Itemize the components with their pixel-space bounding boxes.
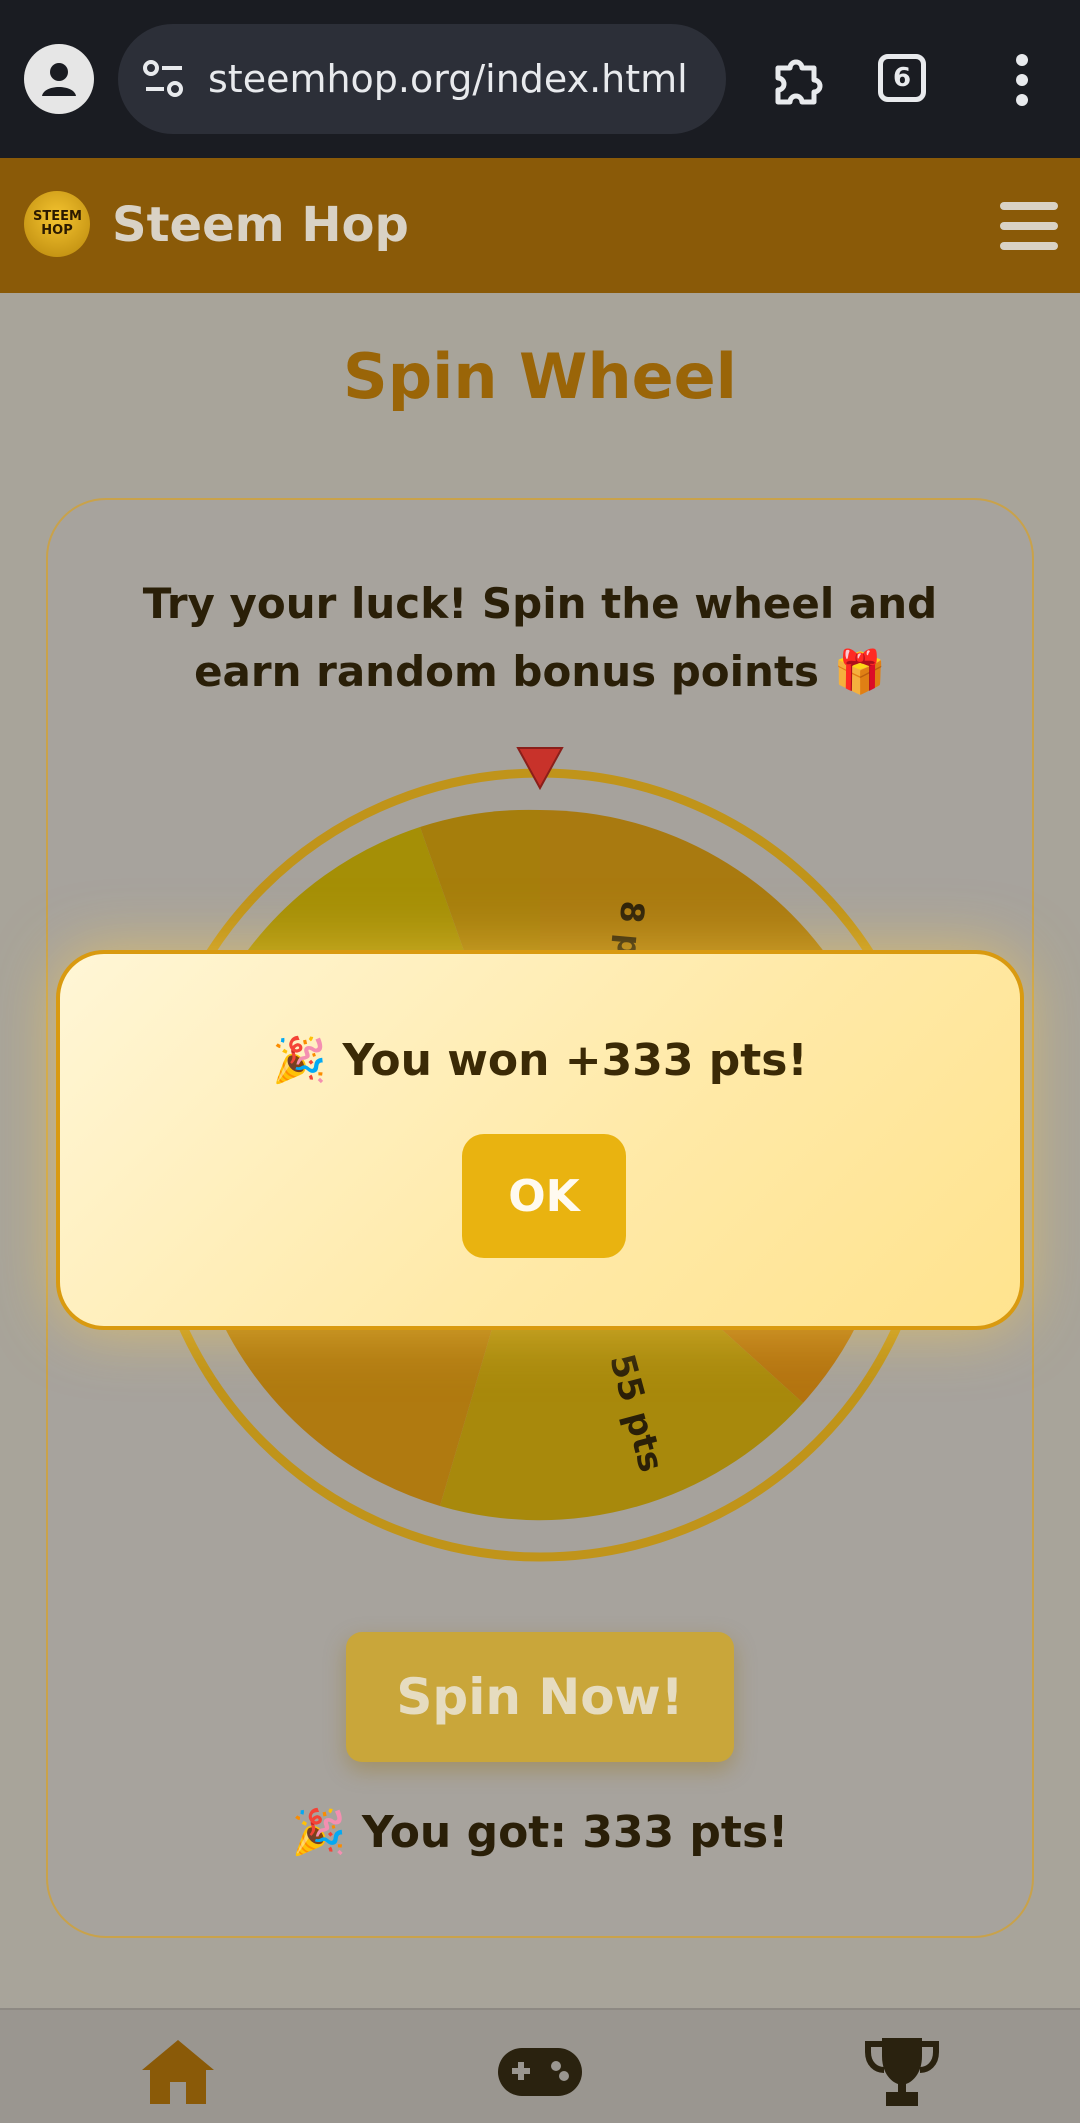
logo-text: STEEM HOP [33, 209, 82, 238]
modal-message: 🎉 You won +333 pts! [272, 1035, 808, 1086]
url-text[interactable]: steemhop.org/index.html [208, 24, 688, 134]
home-icon[interactable] [138, 2036, 218, 2110]
account-icon[interactable] [24, 44, 94, 114]
brand-name[interactable]: Steem Hop [112, 158, 409, 293]
address-bar[interactable]: steemhop.org/index.html [118, 24, 726, 134]
brand-logo[interactable]: STEEM HOP [24, 191, 90, 257]
spin-now-button[interactable]: Spin Now! [346, 1632, 734, 1762]
app-header: STEEM HOP Steem Hop [0, 158, 1080, 293]
ok-button[interactable]: OK [462, 1134, 626, 1258]
menu-icon[interactable] [1012, 52, 1032, 112]
extensions-icon[interactable] [766, 46, 830, 114]
hamburger-menu-icon[interactable] [998, 200, 1060, 256]
site-settings-icon[interactable] [142, 58, 186, 104]
result-text: 🎉 You got: 333 pts! [291, 1807, 789, 1858]
gamepad-icon[interactable] [496, 2044, 584, 2104]
result-modal: 🎉 You won +333 pts! OK [56, 950, 1024, 1330]
tab-switcher-icon[interactable]: 6 [878, 54, 926, 102]
trophy-icon[interactable] [862, 2034, 942, 2114]
intro-text: Try your luck! Spin the wheel and earn r… [142, 579, 938, 696]
bottom-nav [0, 2008, 1080, 2123]
page-title: Spin Wheel [343, 340, 737, 413]
browser-toolbar: steemhop.org/index.html 6 [0, 0, 1080, 158]
